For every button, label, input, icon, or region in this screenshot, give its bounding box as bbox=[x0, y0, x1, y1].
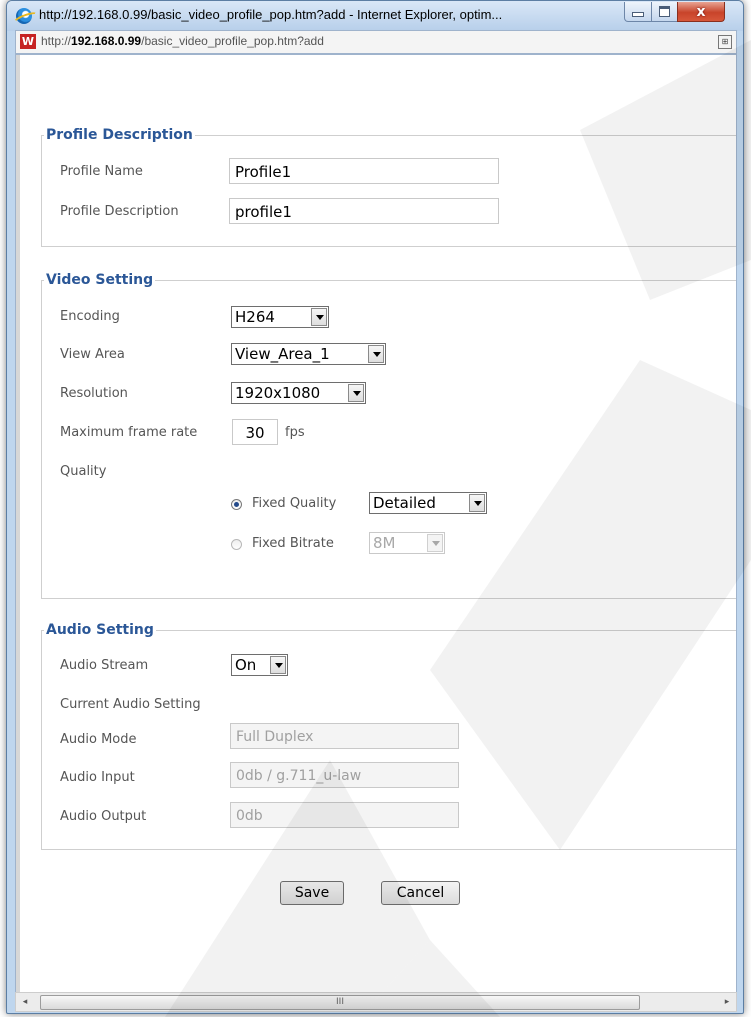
audio-stream-select[interactable]: On bbox=[231, 654, 288, 676]
resolution-value: 1920x1080 bbox=[235, 384, 321, 402]
audio-output-field: 0db bbox=[230, 802, 459, 828]
save-button[interactable]: Save bbox=[280, 881, 344, 905]
close-icon: x bbox=[696, 3, 706, 20]
internet-explorer-icon bbox=[16, 8, 32, 24]
address-path: /basic_video_profile_pop.htm?add bbox=[141, 34, 324, 48]
fixed-quality-select[interactable]: Detailed bbox=[369, 492, 487, 514]
profile-name-label: Profile Name bbox=[60, 164, 143, 179]
encoding-select[interactable]: H264 bbox=[231, 306, 329, 328]
quality-label: Quality bbox=[60, 464, 107, 479]
maximize-icon bbox=[659, 6, 670, 17]
address-prefix: http:// bbox=[41, 34, 72, 48]
view-area-value: View_Area_1 bbox=[235, 345, 330, 363]
profile-description-label: Profile Description bbox=[60, 204, 179, 219]
encoding-value: H264 bbox=[235, 308, 275, 326]
view-area-select[interactable]: View_Area_1 bbox=[231, 343, 386, 365]
audio-mode-label: Audio Mode bbox=[60, 732, 137, 747]
browser-window: http://192.168.0.99/basic_video_profile_… bbox=[6, 0, 744, 1014]
fixed-bitrate-radio[interactable] bbox=[231, 539, 242, 550]
title-bar[interactable]: http://192.168.0.99/basic_video_profile_… bbox=[7, 1, 743, 31]
profile-description-legend: Profile Description bbox=[46, 127, 193, 143]
fixed-quality-label[interactable]: Fixed Quality bbox=[252, 496, 336, 511]
address-url: http://192.168.0.99/basic_video_profile_… bbox=[41, 34, 324, 48]
fixed-quality-radio[interactable] bbox=[231, 499, 242, 510]
address-host: 192.168.0.99 bbox=[71, 34, 142, 48]
audio-input-label: Audio Input bbox=[60, 770, 135, 785]
page-content: Profile Description Profile Name Profile… bbox=[15, 54, 737, 993]
window-title: http://192.168.0.99/basic_video_profile_… bbox=[39, 7, 503, 22]
chevron-down-icon bbox=[270, 656, 286, 674]
scroll-left-icon[interactable]: ◂ bbox=[16, 993, 34, 1011]
close-button[interactable]: x bbox=[677, 2, 725, 22]
minimize-button[interactable] bbox=[624, 2, 652, 22]
address-bar[interactable]: W http://192.168.0.99/basic_video_profil… bbox=[15, 30, 737, 54]
view-area-label: View Area bbox=[60, 347, 125, 362]
audio-stream-label: Audio Stream bbox=[60, 658, 149, 673]
chevron-down-icon bbox=[427, 534, 443, 552]
frame-rate-unit: fps bbox=[285, 425, 305, 440]
chevron-down-icon bbox=[368, 345, 384, 363]
left-rail bbox=[16, 55, 20, 992]
profile-name-input[interactable]: Profile1 bbox=[229, 158, 499, 184]
fixed-bitrate-value: 8M bbox=[373, 534, 396, 552]
chevron-down-icon bbox=[469, 494, 485, 512]
chevron-down-icon bbox=[348, 384, 364, 402]
resolution-select[interactable]: 1920x1080 bbox=[231, 382, 366, 404]
minimize-icon bbox=[632, 12, 644, 17]
horizontal-scrollbar[interactable]: ◂ III ▸ bbox=[15, 992, 737, 1012]
audio-stream-value: On bbox=[235, 656, 257, 674]
maximize-button[interactable] bbox=[651, 2, 678, 22]
frame-rate-label: Maximum frame rate bbox=[60, 425, 198, 440]
site-favicon-icon: W bbox=[20, 34, 36, 49]
compatibility-view-icon[interactable]: ⊞ bbox=[718, 35, 732, 49]
chevron-down-icon bbox=[311, 308, 327, 326]
scroll-thumb[interactable]: III bbox=[40, 995, 640, 1010]
audio-output-label: Audio Output bbox=[60, 809, 147, 824]
video-setting-legend: Video Setting bbox=[46, 272, 154, 288]
frame-rate-input[interactable]: 30 bbox=[232, 419, 278, 445]
encoding-label: Encoding bbox=[60, 309, 120, 324]
audio-input-field: 0db / g.711_u-law bbox=[230, 762, 459, 788]
profile-description-section: Profile Description bbox=[41, 127, 736, 247]
resolution-label: Resolution bbox=[60, 386, 128, 401]
cancel-button[interactable]: Cancel bbox=[381, 881, 460, 905]
fixed-quality-value: Detailed bbox=[373, 494, 436, 512]
fixed-bitrate-label[interactable]: Fixed Bitrate bbox=[252, 536, 334, 551]
scroll-right-icon[interactable]: ▸ bbox=[718, 993, 736, 1011]
profile-description-input[interactable]: profile1 bbox=[229, 198, 499, 224]
current-audio-setting-label: Current Audio Setting bbox=[60, 697, 201, 712]
fixed-bitrate-select: 8M bbox=[369, 532, 445, 554]
audio-mode-field: Full Duplex bbox=[230, 723, 459, 749]
audio-setting-legend: Audio Setting bbox=[46, 622, 154, 638]
